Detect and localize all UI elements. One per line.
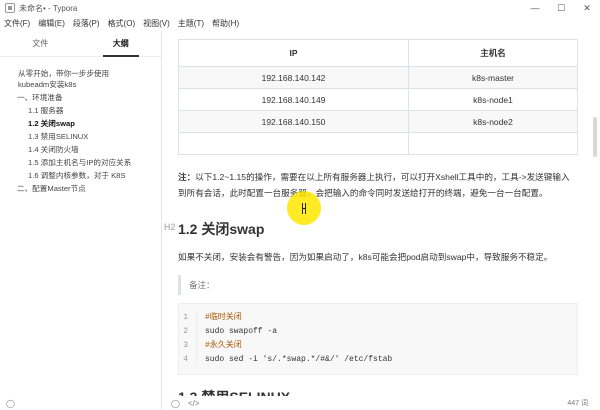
sidebar-tabs: 文件 大纲 xyxy=(0,31,161,57)
outline-item-disable-swap[interactable]: 1.2 关闭swap xyxy=(0,118,161,129)
table-cell[interactable]: 192.168.140.149 xyxy=(178,88,409,111)
table-cell[interactable]: k8s-node2 xyxy=(408,110,578,133)
line-number: 1 xyxy=(179,311,197,325)
typora-app-icon xyxy=(5,3,15,13)
section-heading-text: 1.2 关闭swap xyxy=(178,221,265,237)
note-blockquote[interactable]: 备注： xyxy=(178,275,578,295)
code-block[interactable]: 1 #临时关闭 2 sudo swapoff -a 3 #永久关闭 4 sudo… xyxy=(178,303,578,375)
maximize-icon[interactable]: ☐ xyxy=(548,0,574,16)
document-content: IP 主机名 192.168.140.142 k8s-master 192.16… xyxy=(164,39,578,396)
menu-help[interactable]: 帮助(H) xyxy=(212,18,239,29)
source-mode-icon[interactable]: </> xyxy=(188,399,200,408)
note-label: 注： xyxy=(178,172,196,182)
server-table: IP 主机名 192.168.140.142 k8s-master 192.16… xyxy=(178,39,578,155)
table-cell[interactable]: k8s-master xyxy=(408,66,578,89)
tab-files[interactable]: 文件 xyxy=(0,31,81,56)
table-cell[interactable] xyxy=(408,132,578,155)
section-body[interactable]: 如果不关闭，安装会有警告，因为如果启动了，k8s可能会把pod启动到swap中，… xyxy=(178,249,576,265)
table-cell[interactable]: 192.168.140.142 xyxy=(178,66,409,89)
title-bar: 未命名• - Typora — ☐ ✕ xyxy=(0,0,600,16)
outline-item-disable-selinux[interactable]: 1.3 禁用SELINUX xyxy=(0,131,161,142)
outline-item-hosts[interactable]: 1.5 添加主机名与IP的对应关系 xyxy=(0,157,161,168)
menu-file[interactable]: 文件(F) xyxy=(4,18,30,29)
menu-format[interactable]: 格式(O) xyxy=(108,18,136,29)
close-icon[interactable]: ✕ xyxy=(574,0,600,16)
line-number: 4 xyxy=(179,353,197,367)
sidebar-footer: ◯ xyxy=(0,396,162,410)
line-number: 3 xyxy=(179,339,197,353)
table-cell[interactable]: k8s-node1 xyxy=(408,88,578,111)
table-row: 192.168.140.150 k8s-node2 xyxy=(178,110,578,133)
code-line: 2 sudo swapoff -a xyxy=(179,325,577,339)
code-line: 1 #临时关闭 xyxy=(179,311,577,325)
menu-theme[interactable]: 主题(T) xyxy=(178,18,204,29)
editor-pane[interactable]: IP 主机名 192.168.140.142 k8s-master 192.16… xyxy=(163,31,600,396)
menu-view[interactable]: 视图(V) xyxy=(143,18,170,29)
table-header-row: IP 主机名 xyxy=(178,39,578,67)
menu-bar: 文件(F) 编辑(E) 段落(P) 格式(O) 视图(V) 主题(T) 帮助(H… xyxy=(0,16,600,31)
code-text: #永久关闭 xyxy=(205,341,242,350)
outline-item-kernel-params[interactable]: 1.6 调整内核参数，对于 K8S xyxy=(0,170,161,181)
outline-item-title-line2[interactable]: kubeadm安装k8s xyxy=(0,79,161,90)
table-row: 192.168.140.149 k8s-node1 xyxy=(178,88,578,111)
outline-item-firewall[interactable]: 1.4 关闭防火墙 xyxy=(0,144,161,155)
outline-item-servers[interactable]: 1.1 服务器 xyxy=(0,105,161,116)
heading-marker: H2 xyxy=(164,222,176,232)
menu-edit[interactable]: 编辑(E) xyxy=(38,18,65,29)
tab-outline[interactable]: 大纲 xyxy=(81,31,162,57)
sidebar-toggle-icon[interactable]: ◯ xyxy=(171,399,180,408)
table-header-ip: IP xyxy=(178,39,409,67)
menu-paragraph[interactable]: 段落(P) xyxy=(73,18,100,29)
table-header-hostname: 主机名 xyxy=(408,39,578,67)
table-row xyxy=(178,132,578,155)
minimize-icon[interactable]: — xyxy=(522,0,548,16)
outline-list: 从零开始，带你一步步使用 kubeadm安装k8s 一、环境准备 1.1 服务器… xyxy=(0,57,161,194)
word-count[interactable]: 447 词 xyxy=(567,398,588,408)
sidebar: 文件 大纲 从零开始，带你一步步使用 kubeadm安装k8s 一、环境准备 1… xyxy=(0,31,162,410)
outline-item-master-config[interactable]: 二、配置Master节点 xyxy=(0,183,161,194)
status-bar: ◯ </> 447 词 xyxy=(163,396,600,410)
table-cell[interactable]: 192.168.140.150 xyxy=(178,110,409,133)
code-text: sudo swapoff -a xyxy=(205,327,278,336)
note-text: 以下1.2~1.15的操作，需要在以上所有服务器上执行，可以打开Xshell工具… xyxy=(178,172,570,198)
text-cursor-icon xyxy=(302,203,306,214)
next-section-heading[interactable]: 1.3 禁用SELINUX xyxy=(178,387,578,396)
table-cell[interactable] xyxy=(178,132,409,155)
code-text: #临时关闭 xyxy=(205,313,242,322)
outline-item-env-prep[interactable]: 一、环境准备 xyxy=(0,92,161,103)
note-paragraph[interactable]: 注：以下1.2~1.15的操作，需要在以上所有服务器上执行，可以打开Xshell… xyxy=(178,169,576,201)
window-title: 未命名• - Typora xyxy=(19,3,78,13)
code-line: 3 #永久关闭 xyxy=(179,339,577,353)
outline-item-title-line1[interactable]: 从零开始，带你一步步使用 xyxy=(0,68,161,79)
code-line: 4 sudo sed -i 's/.*swap.*/#&/' /etc/fsta… xyxy=(179,353,577,367)
window-controls: — ☐ ✕ xyxy=(522,0,600,16)
code-text: sudo sed -i 's/.*swap.*/#&/' /etc/fstab xyxy=(205,355,393,364)
circle-icon[interactable]: ◯ xyxy=(6,399,15,408)
line-number: 2 xyxy=(179,325,197,339)
editor-scrollbar[interactable] xyxy=(593,117,597,157)
section-heading[interactable]: H2 1.2 关闭swap xyxy=(164,219,578,239)
table-row: 192.168.140.142 k8s-master xyxy=(178,66,578,89)
